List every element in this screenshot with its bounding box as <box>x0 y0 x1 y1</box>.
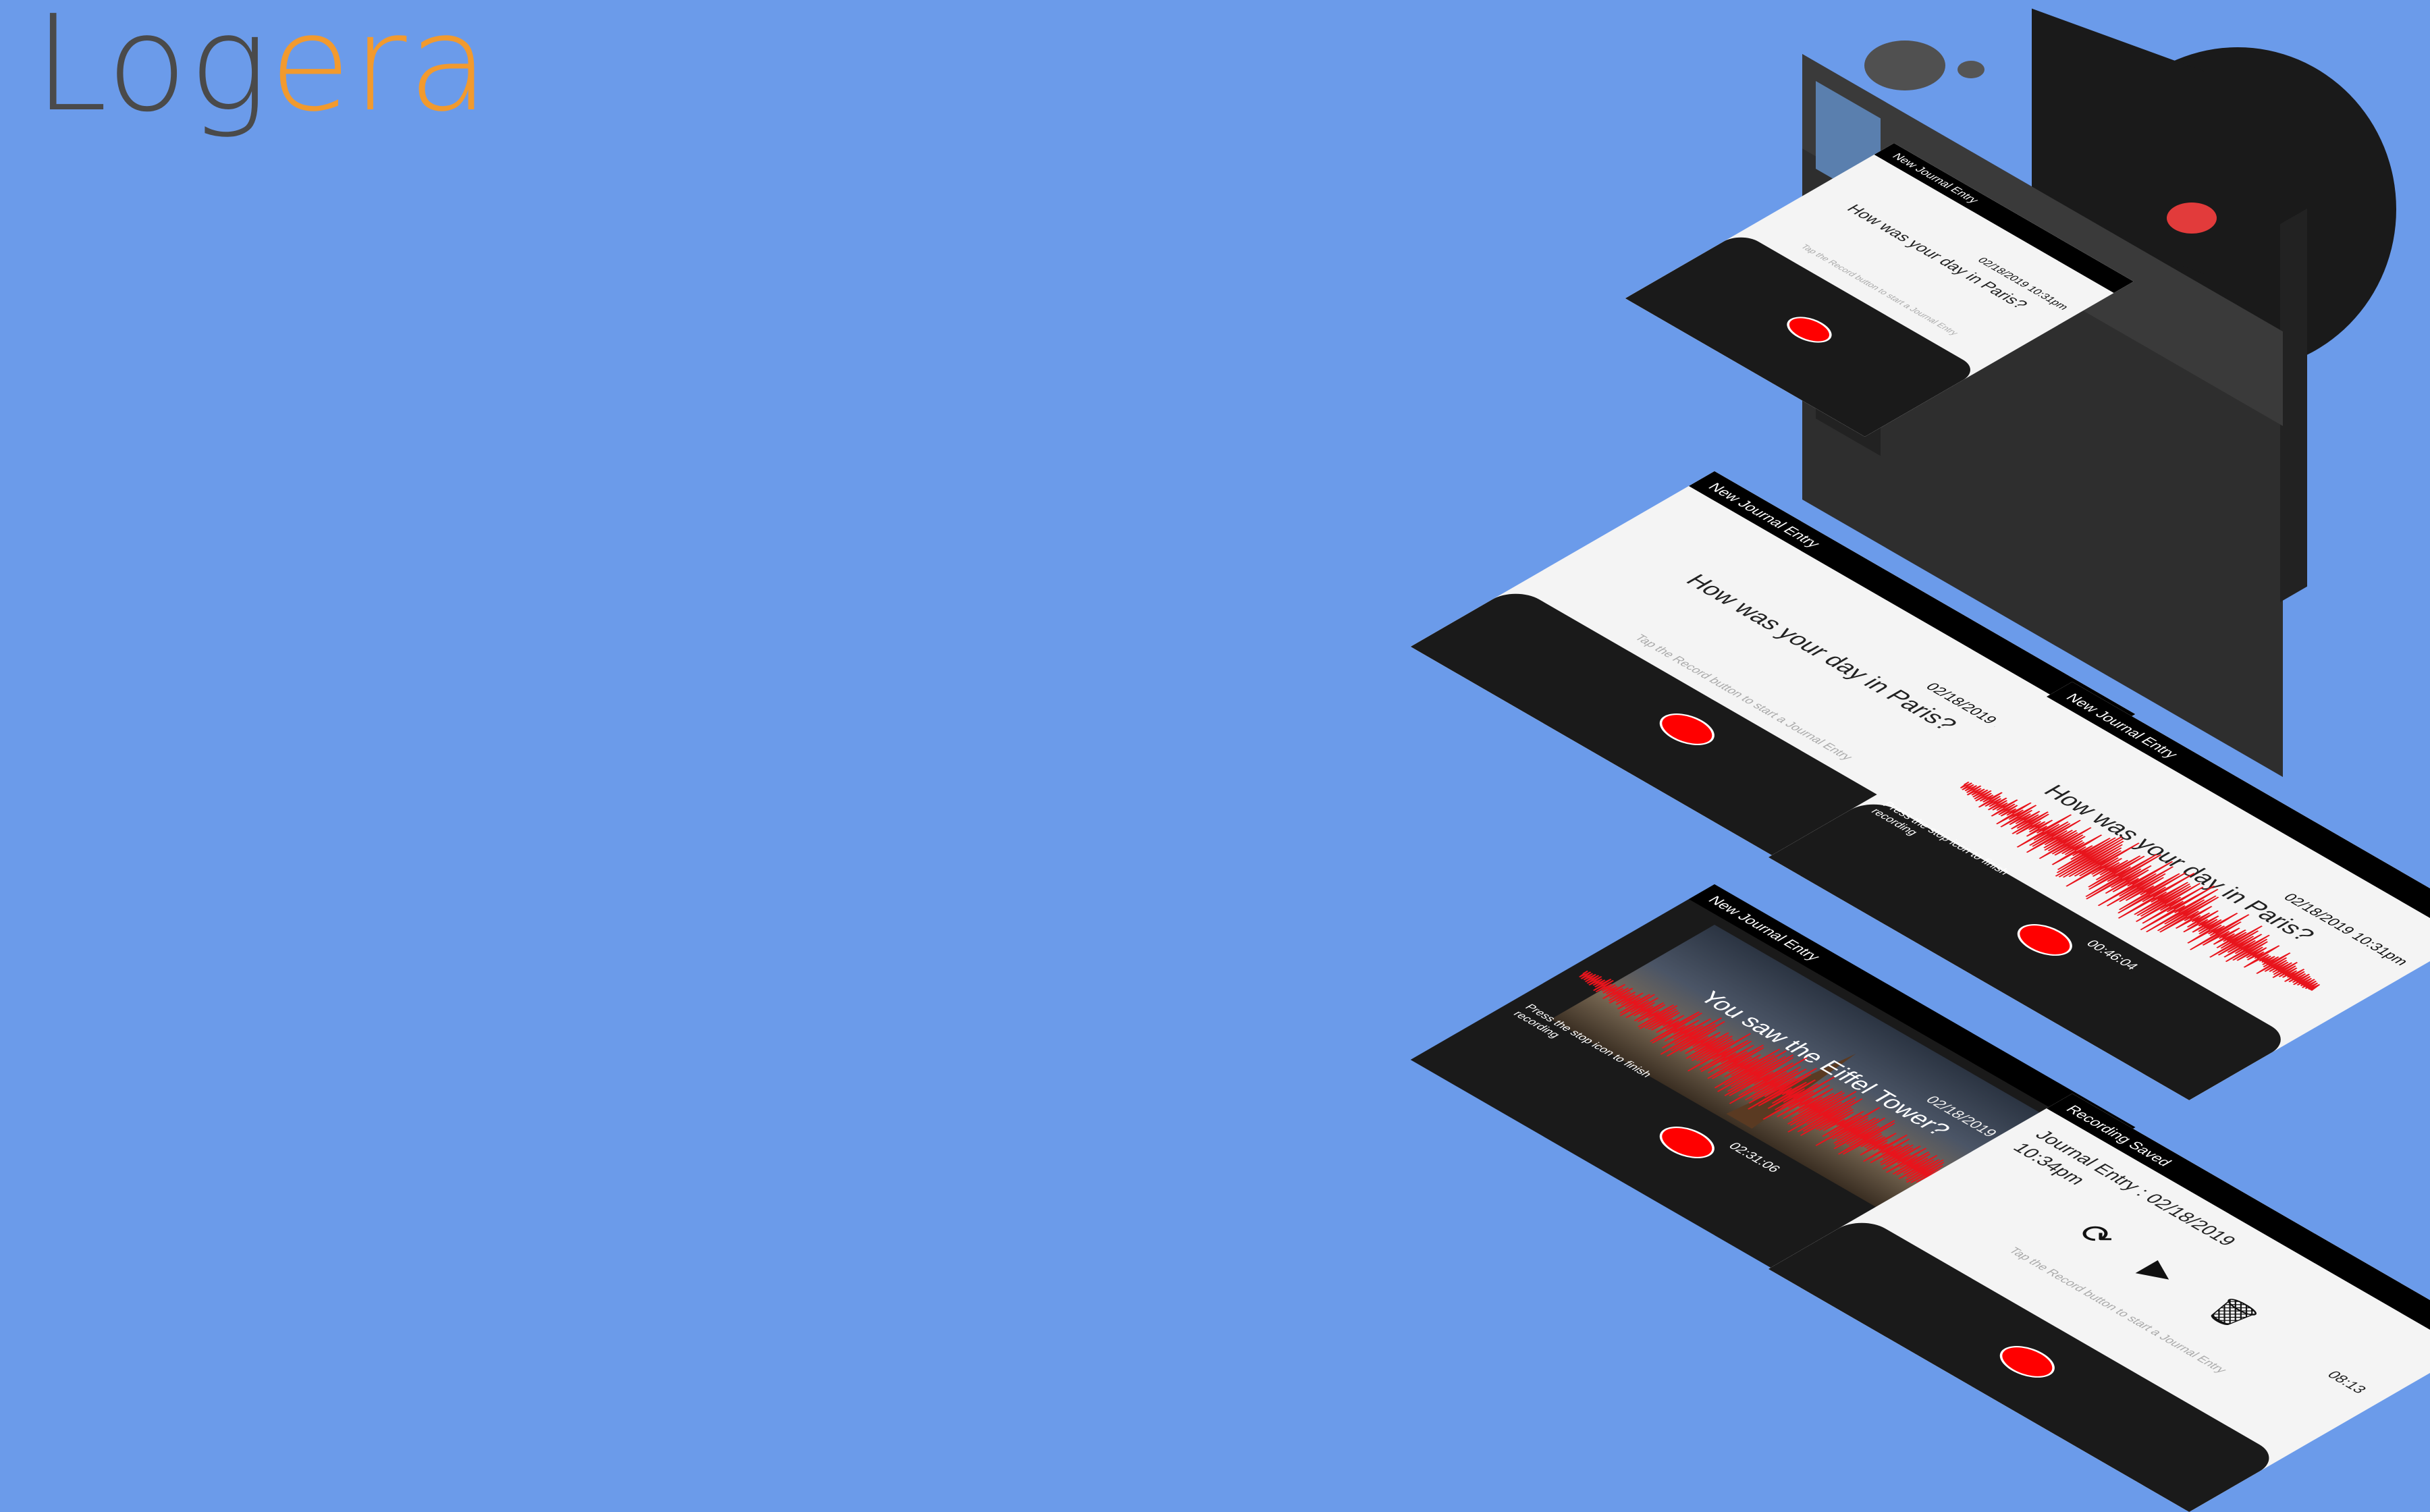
play-icon[interactable]: ▶ <box>2132 1256 2188 1288</box>
stop-record-button[interactable] <box>1649 1120 1725 1164</box>
replay-icon[interactable]: ⟳ <box>2068 1218 2126 1252</box>
shutter-button[interactable] <box>2167 202 2217 234</box>
camera-small-dial <box>1958 61 1985 78</box>
camera-mode-dial <box>1864 40 1945 90</box>
camera-side <box>2280 208 2307 602</box>
brand-logo-part1: Log <box>34 0 270 141</box>
brand-logo-part2: era <box>269 0 491 141</box>
recording-length: 08:13 <box>2323 1368 2371 1396</box>
entry-title: Journal Entry : 02/18/2019 <box>2030 1127 2241 1249</box>
brand-logo: Logera <box>34 0 491 138</box>
trash-icon[interactable]: 🗑 <box>2196 1293 2267 1334</box>
